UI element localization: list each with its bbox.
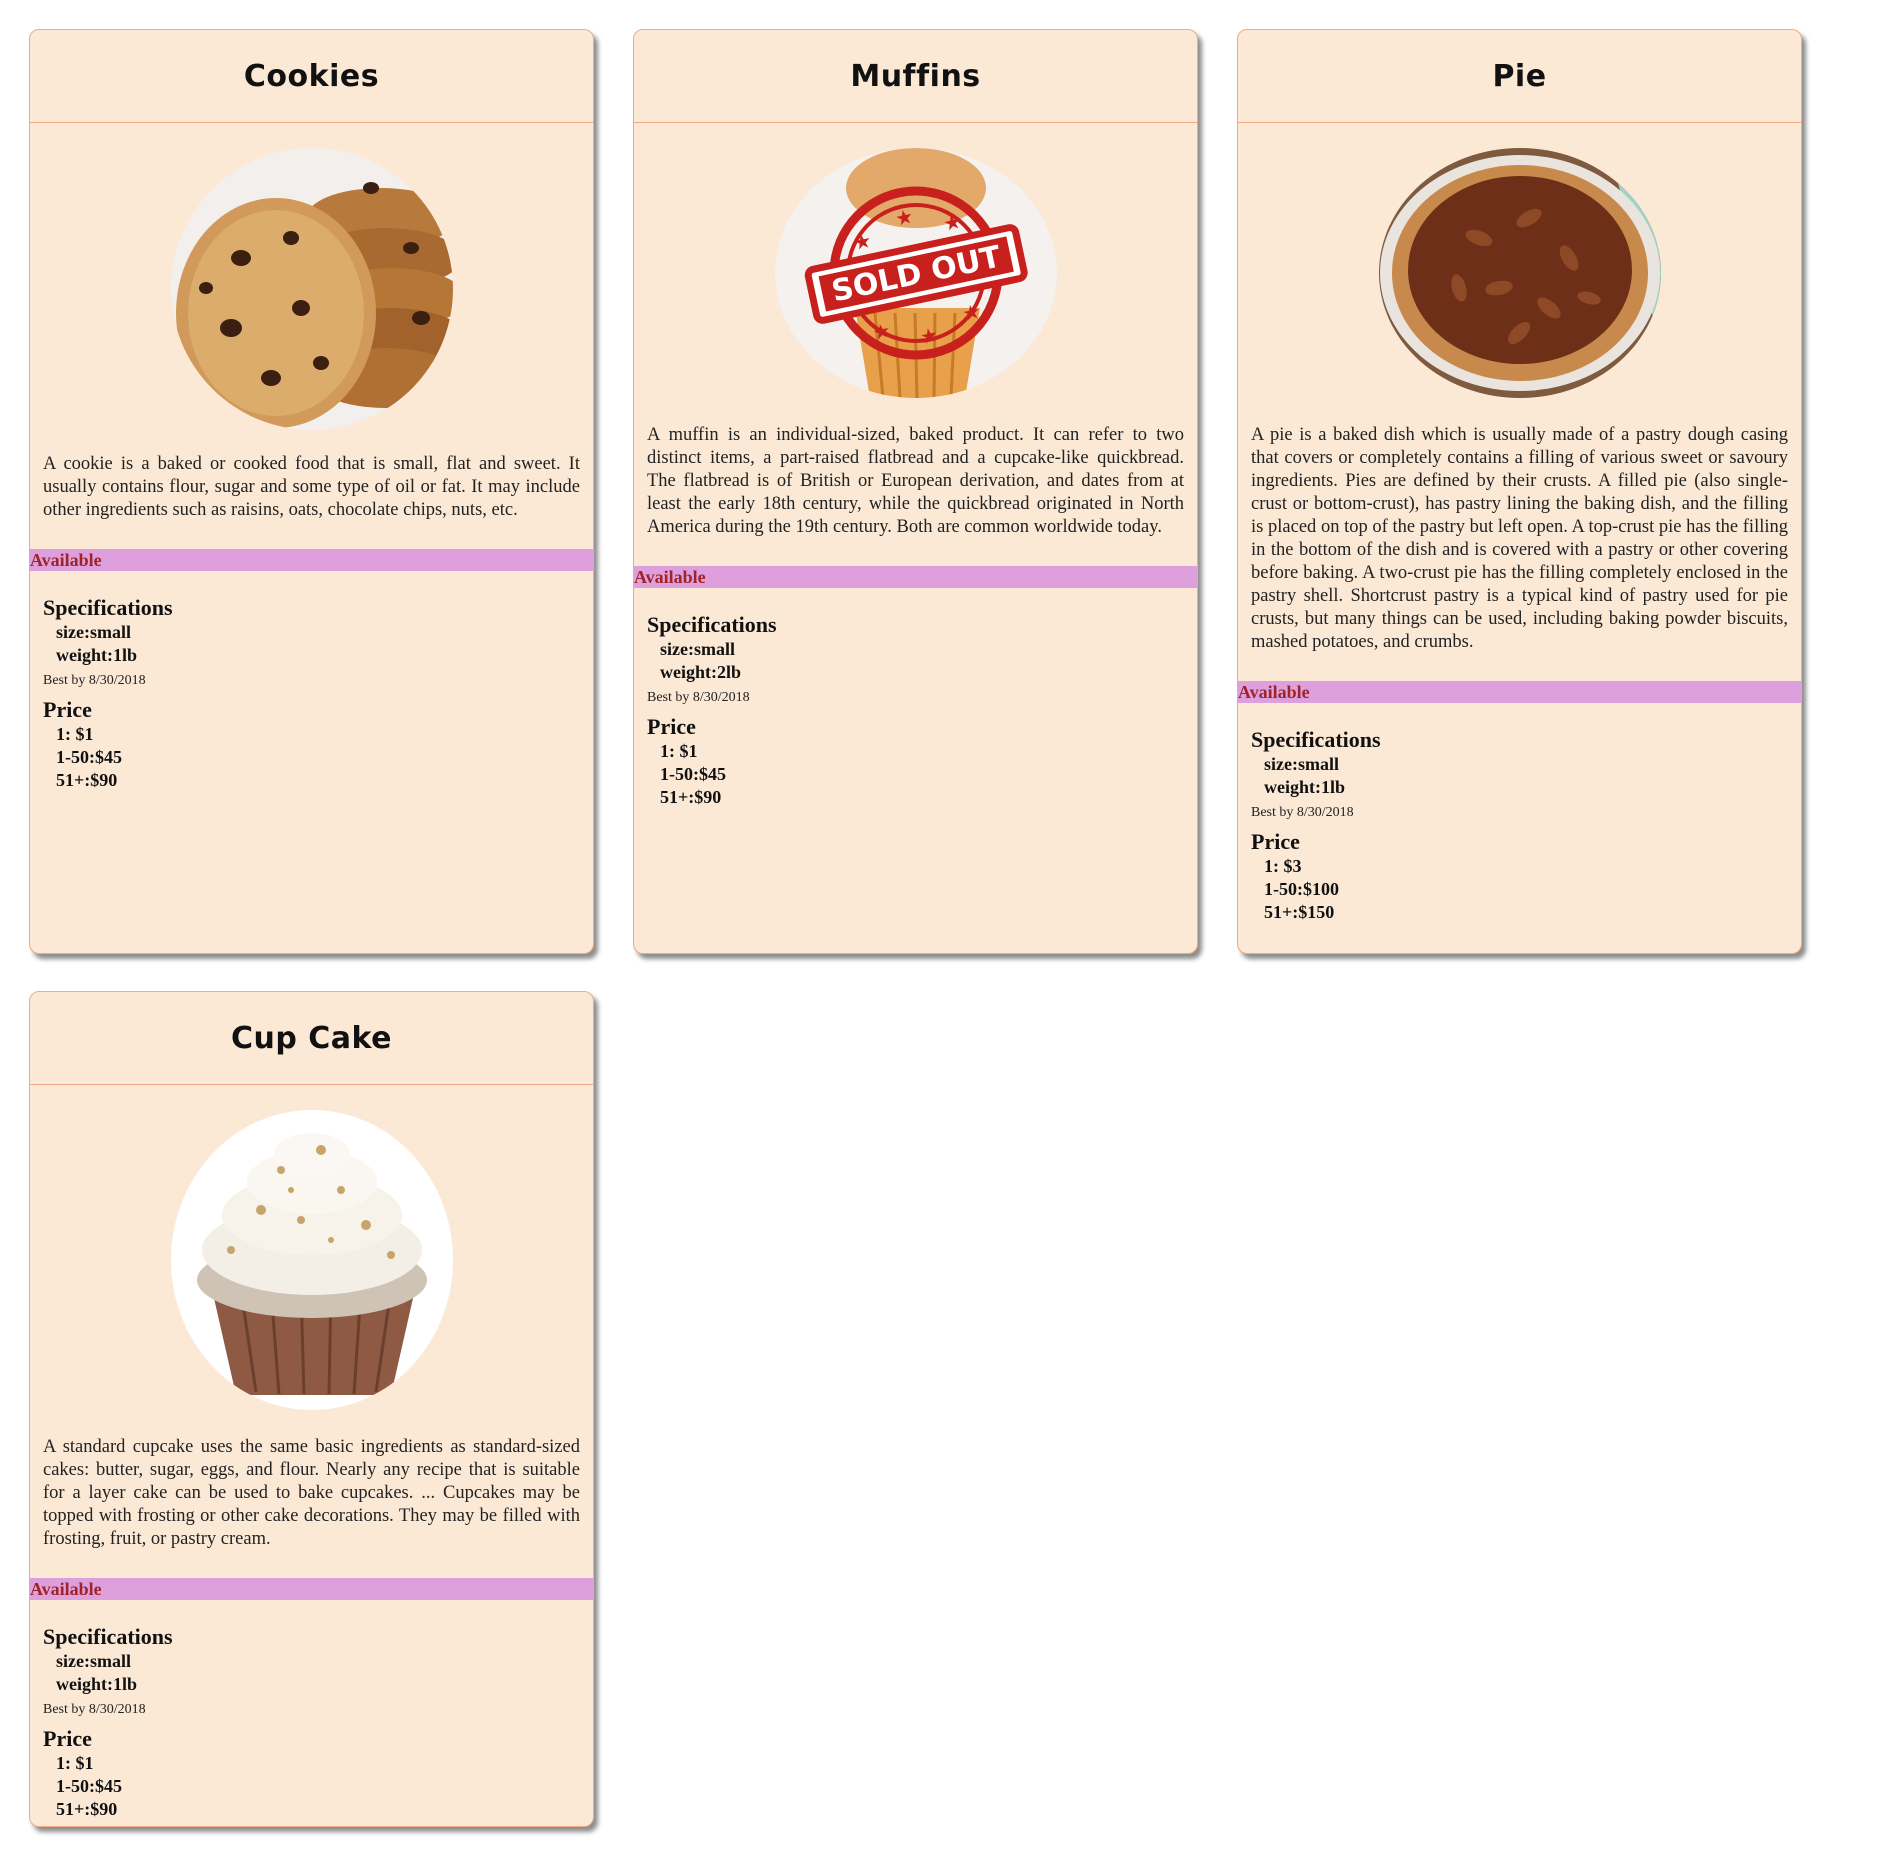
spec-size: size:small — [1264, 754, 1339, 774]
specifications: Specifications size:small weight:1lb Bes… — [43, 1624, 580, 1821]
spec-weight: weight:1lb — [1264, 777, 1345, 797]
price-tier: 1: $3 — [1264, 856, 1302, 876]
svg-text:★: ★ — [892, 204, 915, 231]
price-tier: 1-50:$45 — [56, 747, 122, 767]
product-description: A standard cupcake uses the same basic i… — [43, 1437, 580, 1549]
spec-size: size:small — [56, 622, 131, 642]
muffin-image: SOLD OUT ★ ★ ★ ★ ★ ★ — [774, 148, 1057, 398]
status-badge: Available — [30, 1578, 593, 1600]
product-card-muffins: Muffins SOLD OUT ★ ★ ★ ★ ★ ★ A muffin is… — [633, 29, 1198, 954]
price-tier: 1-50:$100 — [1264, 879, 1339, 899]
specifications: Specifications size:small weight:1lb Bes… — [1251, 727, 1788, 924]
pie-photo-icon — [1378, 148, 1661, 398]
spec-size: size:small — [660, 639, 735, 659]
product-description: A cookie is a baked or cooked food that … — [43, 454, 580, 520]
card-title: Muffins — [850, 58, 981, 94]
specifications-heading: Specifications — [43, 595, 173, 620]
product-card-pie: Pie A pie is a baked dish which is usual… — [1237, 29, 1802, 954]
card-header: Pie — [1238, 30, 1801, 123]
price-tier: 1: $1 — [56, 724, 94, 744]
card-title: Cup Cake — [230, 1020, 393, 1056]
price-heading: Price — [1251, 829, 1300, 854]
product-card-cupcake: Cup Cake A standard cupcake uses the sam… — [29, 991, 594, 1827]
card-title: Cookies — [243, 58, 380, 94]
spec-weight: weight:1lb — [56, 1674, 137, 1694]
best-by-date: Best by 8/30/2018 — [1251, 805, 1354, 820]
price-heading: Price — [43, 697, 92, 722]
price-tier: 1-50:$45 — [660, 764, 726, 784]
best-by-date: Best by 8/30/2018 — [43, 1702, 146, 1717]
specifications: Specifications size:small weight:2lb Bes… — [647, 612, 1184, 809]
price-heading: Price — [647, 714, 696, 739]
price-tier: 51+:$90 — [56, 770, 118, 790]
svg-text:★: ★ — [940, 209, 963, 236]
spec-weight: weight:2lb — [660, 662, 741, 682]
product-card-cookies: Cookies A cookie is a baked or cooked fo… — [29, 29, 594, 954]
svg-text:★: ★ — [870, 318, 893, 345]
specifications-heading: Specifications — [647, 612, 777, 637]
product-description: A muffin is an individual-sized, baked p… — [647, 425, 1184, 537]
status-badge: Available — [1238, 681, 1801, 703]
price-tier: 51+:$90 — [56, 1799, 118, 1819]
cookie-image — [170, 148, 453, 430]
svg-text:★: ★ — [851, 228, 874, 255]
card-header: Cookies — [30, 30, 593, 123]
status-badge: Available — [30, 549, 593, 571]
pie-image — [1378, 148, 1661, 398]
price-tier: 1-50:$45 — [56, 1776, 122, 1796]
sold-out-stamp-icon: SOLD OUT ★ ★ ★ ★ ★ ★ — [804, 186, 1028, 360]
best-by-date: Best by 8/30/2018 — [647, 690, 750, 705]
card-header: Muffins — [634, 30, 1197, 123]
svg-text:★: ★ — [918, 322, 941, 349]
specifications-heading: Specifications — [43, 1624, 173, 1649]
price-tier: 1: $1 — [56, 1753, 94, 1773]
product-description: A pie is a baked dish which is usually m… — [1251, 425, 1788, 652]
cupcake-image — [170, 1110, 453, 1410]
price-tier: 51+:$90 — [660, 787, 722, 807]
card-header: Cup Cake — [30, 992, 593, 1085]
status-badge: Available — [634, 566, 1197, 588]
price-heading: Price — [43, 1726, 92, 1751]
spec-weight: weight:1lb — [56, 645, 137, 665]
cupcake-photo-icon — [170, 1110, 453, 1410]
best-by-date: Best by 8/30/2018 — [43, 673, 146, 688]
specifications-heading: Specifications — [1251, 727, 1381, 752]
spec-size: size:small — [56, 1651, 131, 1671]
specifications: Specifications size:small weight:1lb Bes… — [43, 595, 580, 792]
card-title: Pie — [1492, 58, 1547, 94]
price-tier: 51+:$150 — [1264, 902, 1335, 922]
cookie-photo-icon — [170, 148, 453, 430]
price-tier: 1: $1 — [660, 741, 698, 761]
